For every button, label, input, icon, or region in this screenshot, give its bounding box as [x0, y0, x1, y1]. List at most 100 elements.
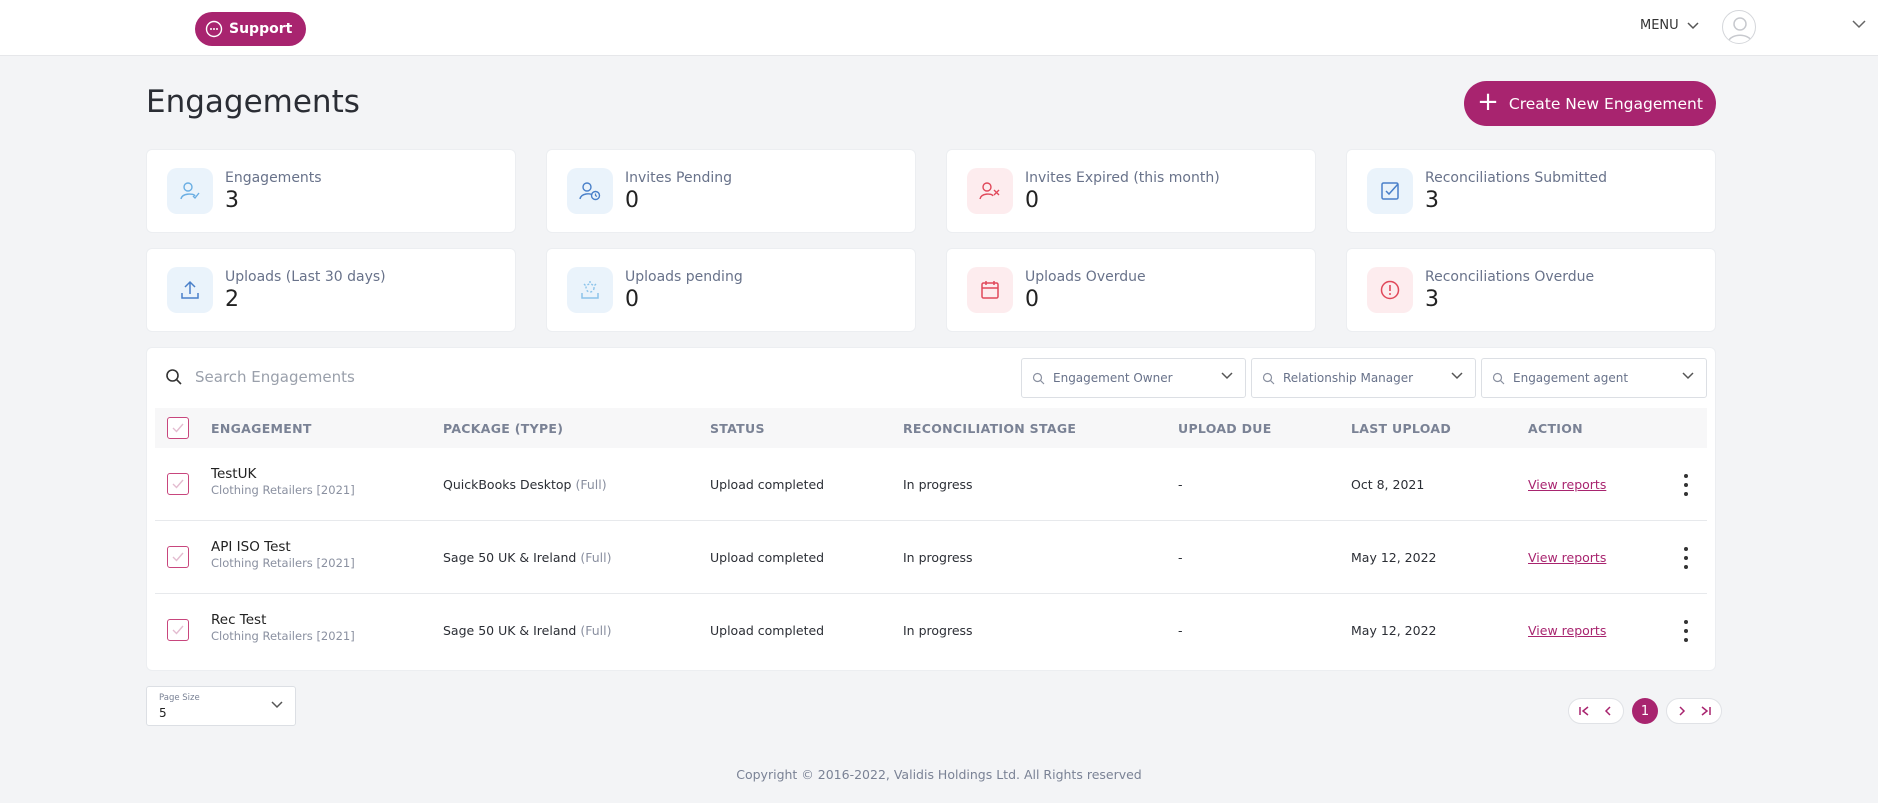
chevron-down-icon [1687, 21, 1699, 29]
engagement-name[interactable]: Rec Test [211, 612, 355, 628]
stat-value: 3 [1425, 286, 1439, 312]
stat-value: 0 [625, 286, 639, 312]
package-type: (Full) [580, 623, 612, 638]
upload-due: - [1178, 477, 1183, 492]
stat-card-uploads-30-days: Uploads (Last 30 days) 2 [146, 248, 516, 332]
page-size-label: Page Size [159, 693, 200, 703]
next-page-icon[interactable] [1670, 699, 1694, 723]
column-header-last-upload[interactable]: LAST UPLOAD [1351, 421, 1451, 436]
row-checkbox[interactable] [167, 473, 189, 495]
row-actions-menu-icon[interactable] [1683, 620, 1689, 642]
upload-icon [181, 280, 199, 299]
status-text: Upload completed [710, 550, 825, 565]
status-text: Upload completed [710, 623, 825, 638]
user-check-icon [180, 182, 200, 200]
stat-label: Engagements [225, 169, 322, 186]
filter-label: Relationship Manager [1283, 371, 1414, 385]
page-title: Engagements [146, 84, 360, 120]
user-avatar-icon [1727, 17, 1753, 43]
stat-card-reconciliations-submitted: Reconciliations Submitted 3 [1346, 149, 1716, 233]
reconciliation-stage: In progress [903, 550, 973, 565]
engagement-client: Clothing Retailers [2021] [211, 556, 355, 570]
last-page-icon[interactable] [1694, 699, 1718, 723]
check-icon [172, 423, 184, 433]
column-header-engagement[interactable]: ENGAGEMENT [211, 421, 312, 436]
stat-card-invites-pending: Invites Pending 0 [546, 149, 916, 233]
search-icon [1262, 372, 1275, 384]
stat-value: 3 [225, 187, 239, 213]
chevron-down-icon [1682, 372, 1694, 380]
page-size-value: 5 [159, 706, 167, 720]
search-icon [1492, 372, 1505, 384]
check-icon [172, 625, 184, 635]
create-engagement-label: Create New Engagement [1508, 94, 1703, 113]
package-type: (Full) [575, 477, 607, 492]
stat-icon-box [967, 267, 1013, 313]
select-all-checkbox[interactable] [167, 417, 189, 439]
avatar[interactable] [1722, 10, 1756, 44]
stat-icon-box [1367, 168, 1413, 214]
status-text: Upload completed [710, 477, 825, 492]
stat-label: Invites Expired (this month) [1025, 169, 1220, 186]
pagination-next-group [1666, 698, 1722, 724]
view-reports-link[interactable]: View reports [1528, 550, 1606, 565]
chat-bubble-icon [205, 20, 223, 38]
stat-value: 0 [625, 187, 639, 213]
stat-card-invites-expired: Invites Expired (this month) 0 [946, 149, 1316, 233]
filter-engagement-owner[interactable]: Engagement Owner [1021, 358, 1246, 398]
check-icon [172, 479, 184, 489]
filter-label: Engagement agent [1513, 371, 1629, 385]
column-header-reconciliation-stage[interactable]: RECONCILIATION STAGE [903, 421, 1076, 436]
table-row: TestUK Clothing Retailers [2021] QuickBo… [155, 448, 1707, 521]
view-reports-link[interactable]: View reports [1528, 477, 1606, 492]
stat-value: 0 [1025, 187, 1039, 213]
filter-relationship-manager[interactable]: Relationship Manager [1251, 358, 1476, 398]
filter-engagement-agent[interactable]: Engagement agent [1481, 358, 1707, 398]
create-engagement-button[interactable]: + Create New Engagement [1464, 81, 1716, 126]
page-size-select[interactable]: Page Size 5 [146, 686, 296, 726]
stat-label: Reconciliations Overdue [1425, 268, 1595, 285]
row-actions-menu-icon[interactable] [1683, 474, 1689, 496]
view-reports-link[interactable]: View reports [1528, 623, 1606, 638]
engagement-client: Clothing Retailers [2021] [211, 483, 355, 497]
support-button[interactable]: Support [195, 12, 307, 46]
row-actions-menu-icon[interactable] [1683, 547, 1689, 569]
column-header-package[interactable]: PACKAGE (TYPE) [443, 421, 563, 436]
table-row: Rec Test Clothing Retailers [2021] Sage … [155, 594, 1707, 667]
search-input[interactable]: Search Engagements [165, 368, 355, 386]
top-bar: Support MENU [0, 0, 1878, 56]
pagination: 1 [1568, 698, 1722, 724]
row-checkbox[interactable] [167, 619, 189, 641]
column-header-status[interactable]: STATUS [710, 421, 765, 436]
menu-dropdown[interactable]: MENU [1640, 18, 1699, 33]
table-header: ENGAGEMENT PACKAGE (TYPE) STATUS RECONCI… [155, 408, 1707, 448]
chevron-down-icon [271, 701, 283, 709]
filter-label: Engagement Owner [1053, 371, 1173, 385]
engagement-name[interactable]: TestUK [211, 466, 355, 482]
stat-label: Uploads Overdue [1025, 268, 1146, 285]
last-upload: May 12, 2022 [1351, 623, 1437, 638]
check-icon [172, 552, 184, 562]
stat-icon-box [967, 168, 1013, 214]
last-upload: Oct 8, 2021 [1351, 477, 1425, 492]
stat-label: Invites Pending [625, 169, 732, 186]
last-upload: May 12, 2022 [1351, 550, 1437, 565]
upload-pending-icon [581, 281, 599, 299]
reconciliation-stage: In progress [903, 477, 973, 492]
stat-label: Uploads pending [625, 268, 743, 285]
chevron-down-icon[interactable] [1852, 20, 1866, 29]
package-name: Sage 50 UK & Ireland [443, 623, 577, 638]
previous-page-icon[interactable] [1596, 699, 1620, 723]
stat-label: Uploads (Last 30 days) [225, 268, 386, 285]
upload-due: - [1178, 623, 1183, 638]
column-header-upload-due[interactable]: UPLOAD DUE [1178, 421, 1272, 436]
stat-card-engagements: Engagements 3 [146, 149, 516, 233]
calendar-icon [981, 281, 999, 299]
alert-circle-icon [1380, 280, 1400, 300]
stat-value: 2 [225, 286, 239, 312]
search-icon [1032, 372, 1045, 384]
engagement-name[interactable]: API ISO Test [211, 539, 355, 555]
page-number-current[interactable]: 1 [1632, 698, 1658, 724]
row-checkbox[interactable] [167, 546, 189, 568]
first-page-icon[interactable] [1572, 699, 1596, 723]
